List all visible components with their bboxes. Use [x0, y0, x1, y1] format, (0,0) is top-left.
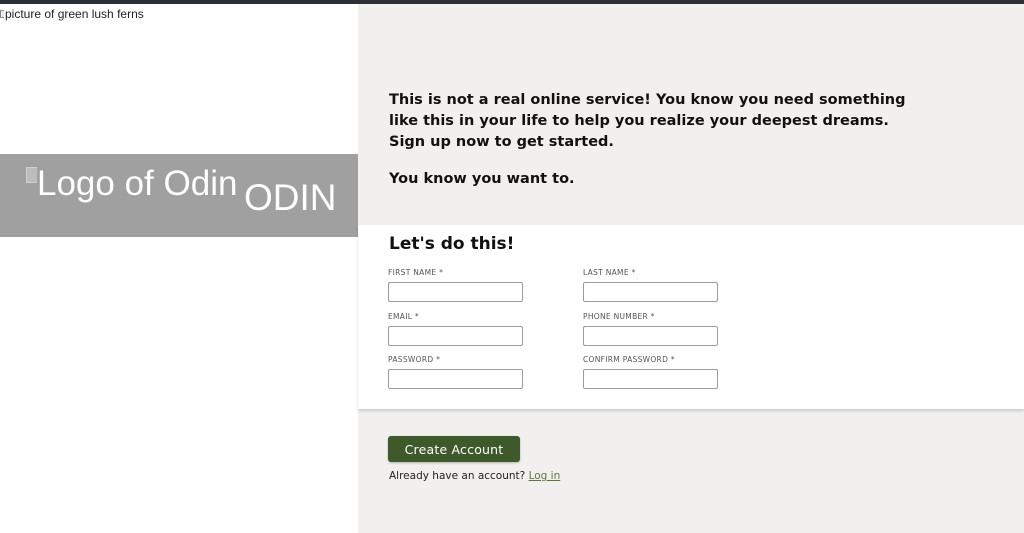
logo-image: Logo of Odin — [26, 164, 237, 204]
logo-title: ODIN — [244, 177, 337, 218]
first-name-field: FIRST NAME * — [388, 268, 523, 302]
intro-section: This is not a real online service! You k… — [389, 90, 929, 190]
login-prompt: Already have an account? Log in — [389, 470, 560, 482]
login-prompt-text: Already have an account? — [389, 470, 526, 482]
email-label: EMAIL * — [388, 312, 419, 321]
broken-image-icon — [0, 8, 4, 20]
form-heading: Let's do this! — [389, 234, 515, 254]
main-panel: This is not a real online service! You k… — [358, 4, 1024, 533]
last-name-field: LAST NAME * — [583, 268, 718, 302]
logo-image-alt: Logo of Odin — [37, 164, 238, 203]
phone-number-input[interactable] — [583, 325, 718, 346]
first-name-input[interactable] — [388, 281, 523, 302]
email-field: EMAIL * — [388, 312, 523, 346]
logo-banner: Logo of Odin ODIN — [0, 154, 358, 237]
password-input[interactable] — [388, 368, 523, 389]
intro-text: This is not a real online service! You k… — [389, 92, 906, 150]
phone-number-label: PHONE NUMBER * — [583, 312, 655, 321]
intro-tagline: You know you want to. — [389, 171, 575, 187]
broken-image-icon — [26, 167, 37, 183]
signup-form: Let's do this! FIRST NAME * LAST NAME * … — [358, 225, 1024, 409]
last-name-input[interactable] — [583, 281, 718, 302]
last-name-label: LAST NAME * — [583, 268, 636, 277]
login-link[interactable]: Log in — [529, 470, 561, 482]
confirm-password-field: CONFIRM PASSWORD * — [583, 355, 718, 389]
password-label: PASSWORD * — [388, 355, 441, 364]
password-field: PASSWORD * — [388, 355, 523, 389]
hero-image: picture of green lush ferns — [0, 7, 144, 21]
email-input[interactable] — [388, 325, 523, 346]
create-account-button[interactable]: Create Account — [388, 436, 520, 462]
left-panel: picture of green lush ferns Logo of Odin… — [0, 4, 358, 533]
confirm-password-input[interactable] — [583, 368, 718, 389]
first-name-label: FIRST NAME * — [388, 268, 444, 277]
phone-number-field: PHONE NUMBER * — [583, 312, 718, 346]
hero-image-alt: picture of green lush ferns — [5, 7, 144, 21]
confirm-password-label: CONFIRM PASSWORD * — [583, 355, 675, 364]
